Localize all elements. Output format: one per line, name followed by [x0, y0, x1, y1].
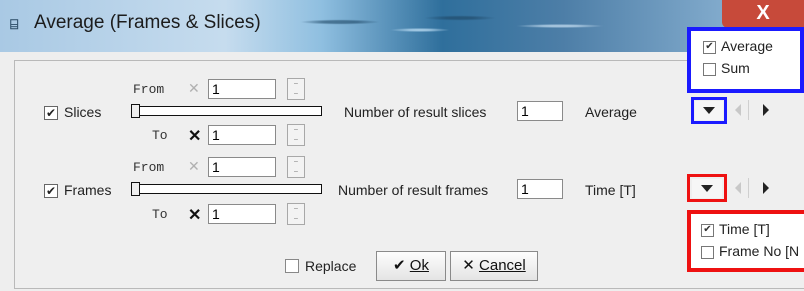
ok-label: Ok: [409, 257, 429, 274]
menu-uncheck-icon: [701, 245, 714, 259]
frames-from-label: From: [133, 160, 165, 175]
chevron-down-icon: [703, 107, 715, 114]
next-arrow-icon[interactable]: [763, 104, 769, 116]
slices-from-clear-icon[interactable]: ✕: [188, 80, 200, 97]
frames-to-clear-icon[interactable]: ✕: [188, 205, 201, 225]
menu-item-label: Sum: [721, 60, 750, 76]
frames-mode-value: Time [T]: [585, 182, 636, 198]
frames-result-input[interactable]: [517, 179, 563, 199]
frames-result-label: Number of result frames: [338, 182, 489, 198]
cancel-button[interactable]: ✕ Cancel: [450, 251, 538, 281]
menu-item-label: Time [T]: [719, 221, 770, 237]
slices-label: Slices: [64, 104, 102, 120]
spin-down-icon[interactable]: –: [288, 89, 304, 99]
slices-to-input[interactable]: [208, 125, 276, 145]
slices-to-spinner[interactable]: – –: [287, 124, 305, 146]
dialog-window: ⌸ Average (Frames & Slices) X From ✕ – –…: [0, 0, 804, 291]
menu-item-label: Frame No [N: [719, 243, 800, 259]
ok-button[interactable]: ✔ Ok: [376, 251, 446, 281]
frames-to-label: To: [152, 207, 168, 222]
slices-slider-thumb[interactable]: [131, 104, 140, 118]
separator: [748, 178, 749, 198]
close-icon: ✕: [462, 257, 475, 274]
spin-up-icon[interactable]: –: [288, 204, 304, 214]
frames-from-clear-icon[interactable]: ✕: [188, 158, 200, 175]
slices-result-input[interactable]: [517, 101, 563, 121]
menu-item-average[interactable]: ✔ Average: [691, 35, 800, 57]
frames-from-input[interactable]: [208, 157, 276, 177]
menu-item-sum[interactable]: Sum: [691, 57, 800, 79]
slices-checkbox[interactable]: ✔: [44, 106, 58, 120]
spin-up-icon[interactable]: –: [288, 157, 304, 167]
frames-to-spinner[interactable]: – –: [287, 203, 305, 225]
menu-item-label: Average: [721, 38, 773, 54]
menu-check-icon: ✔: [701, 223, 714, 237]
separator: [748, 100, 749, 120]
spin-down-icon[interactable]: –: [288, 167, 304, 177]
spin-down-icon[interactable]: –: [288, 214, 304, 224]
dialog-title: Average (Frames & Slices): [34, 12, 261, 33]
calc-icon: ⌸: [10, 16, 19, 32]
frames-range-slider[interactable]: [131, 184, 322, 194]
slices-mode-dropdown[interactable]: [695, 101, 723, 120]
check-icon: ✔: [393, 257, 406, 274]
slices-to-label: To: [152, 128, 168, 143]
frames-from-spinner[interactable]: – –: [287, 156, 305, 178]
prev-arrow-icon[interactable]: [735, 182, 741, 194]
replace-label: Replace: [305, 258, 357, 274]
frames-mode-menu: ✔ Time [T] Frame No [N: [687, 210, 804, 272]
slices-from-label: From: [133, 82, 165, 97]
slices-mode-menu: ✔ Average Sum: [687, 27, 804, 93]
slices-range-slider[interactable]: [131, 106, 322, 116]
frames-mode-dropdown[interactable]: [692, 179, 722, 198]
slices-from-input[interactable]: [208, 79, 276, 99]
frames-slider-thumb[interactable]: [131, 182, 140, 196]
prev-arrow-icon[interactable]: [735, 104, 741, 116]
frames-to-input[interactable]: [208, 204, 276, 224]
menu-item-frame-no[interactable]: Frame No [N: [691, 240, 804, 262]
close-button[interactable]: X: [722, 0, 804, 28]
menu-item-time[interactable]: ✔ Time [T]: [691, 218, 804, 240]
chevron-down-icon: [701, 185, 713, 192]
slices-from-spinner[interactable]: – –: [287, 78, 305, 100]
menu-check-icon: ✔: [703, 40, 716, 54]
replace-checkbox[interactable]: [285, 259, 299, 273]
frames-label: Frames: [64, 182, 112, 198]
slices-mode-value: Average: [585, 104, 637, 120]
next-arrow-icon[interactable]: [763, 182, 769, 194]
frames-checkbox[interactable]: ✔: [44, 184, 58, 198]
spin-up-icon[interactable]: –: [288, 125, 304, 135]
close-icon: X: [756, 2, 770, 24]
cancel-label: Cancel: [479, 257, 526, 274]
spin-down-icon[interactable]: –: [288, 135, 304, 145]
menu-uncheck-icon: [703, 62, 716, 76]
slices-to-clear-icon[interactable]: ✕: [188, 126, 201, 146]
slices-result-label: Number of result slices: [344, 104, 487, 120]
spin-up-icon[interactable]: –: [288, 79, 304, 89]
